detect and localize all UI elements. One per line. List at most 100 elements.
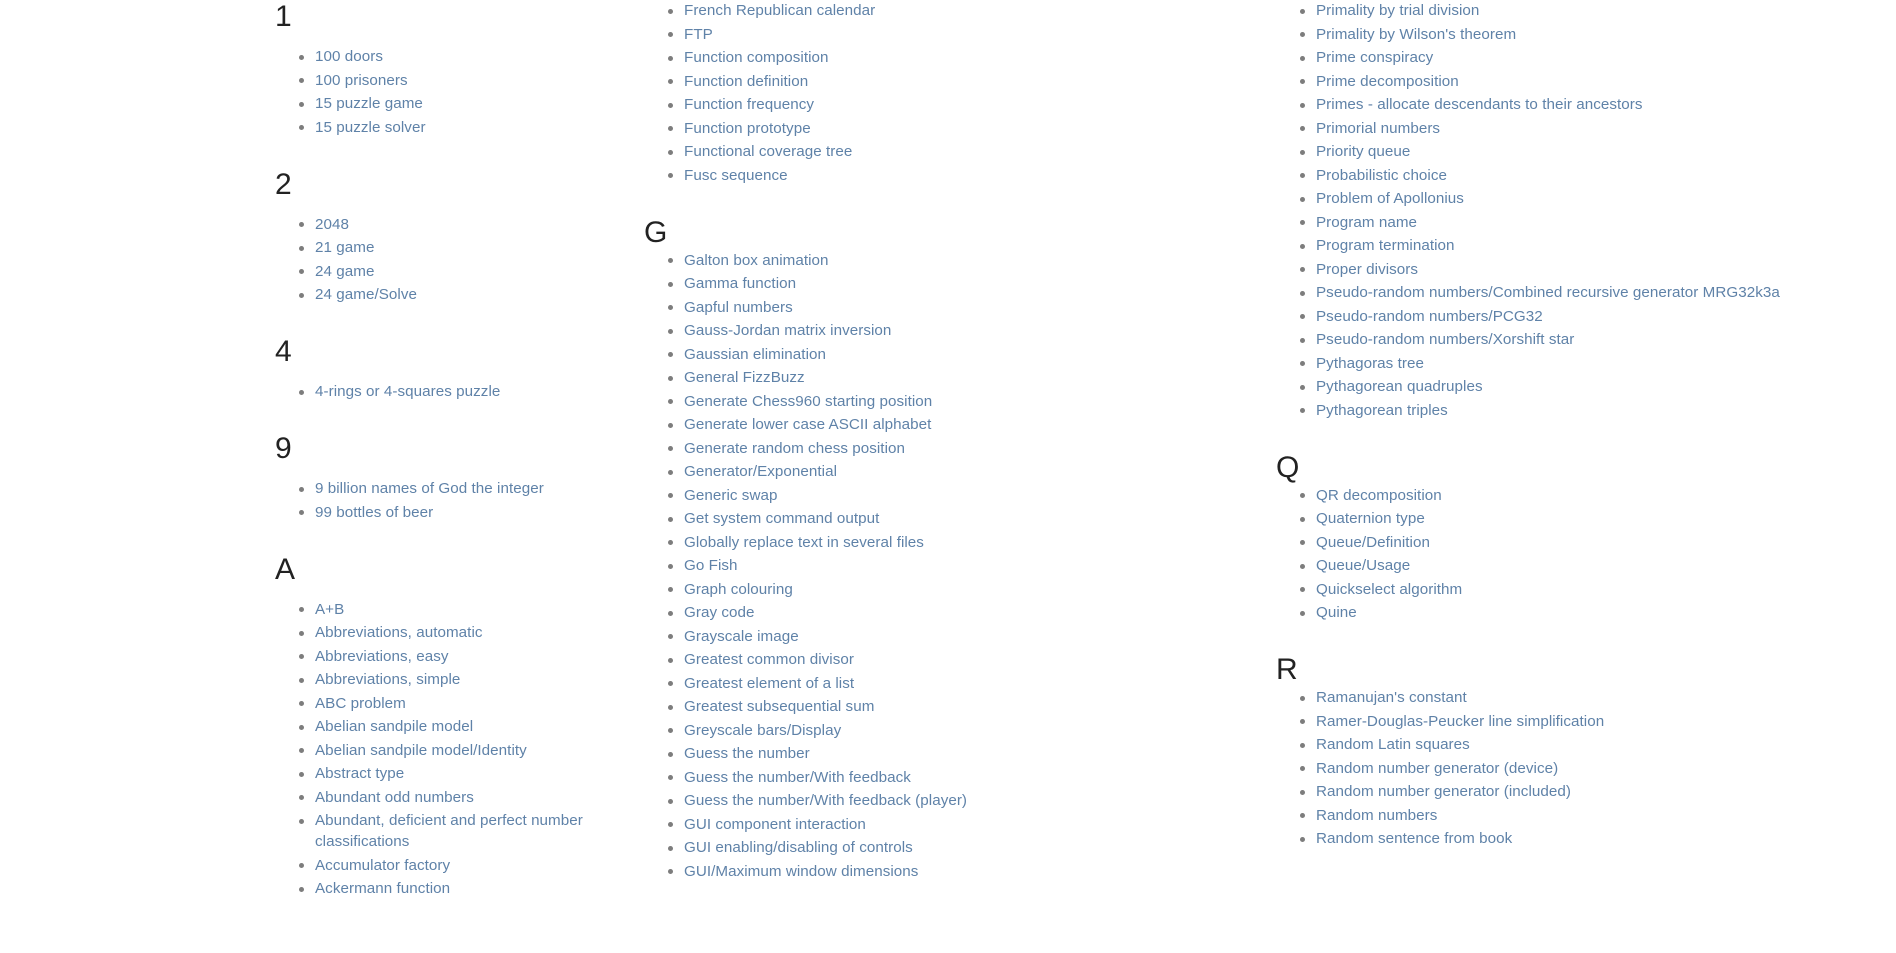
task-link[interactable]: FTP	[684, 26, 713, 43]
task-link[interactable]: Ramer-Douglas-Peucker line simplificatio…	[1316, 713, 1604, 730]
task-link[interactable]: Abbreviations, simple	[315, 671, 460, 688]
task-link[interactable]: Globally replace text in several files	[684, 534, 924, 551]
task-link[interactable]: GUI enabling/disabling of controls	[684, 839, 913, 856]
task-link[interactable]: Function definition	[684, 73, 808, 90]
task-link[interactable]: Graph colouring	[684, 581, 793, 598]
task-link[interactable]: Pythagoras tree	[1316, 355, 1424, 372]
task-link[interactable]: Primality by trial division	[1316, 2, 1479, 19]
task-link[interactable]: Ackermann function	[315, 880, 450, 897]
task-link[interactable]: Greatest common divisor	[684, 651, 854, 668]
task-link[interactable]: Pythagorean triples	[1316, 402, 1448, 419]
task-link[interactable]: 15 puzzle game	[315, 95, 423, 112]
task-link[interactable]: 15 puzzle solver	[315, 119, 426, 136]
task-link[interactable]: Priority queue	[1316, 143, 1410, 160]
task-link[interactable]: Abundant odd numbers	[315, 789, 474, 806]
task-link[interactable]: Primality by Wilson's theorem	[1316, 26, 1516, 43]
list-item: Get system command output	[666, 508, 1254, 529]
task-link[interactable]: Functional coverage tree	[684, 143, 852, 160]
task-link[interactable]: Get system command output	[684, 510, 879, 527]
list-item: Function frequency	[666, 94, 1254, 115]
task-list: 2048 21 game 24 game 24 game/Solve	[275, 214, 618, 306]
task-link[interactable]: Abbreviations, easy	[315, 648, 449, 665]
task-link[interactable]: Primes - allocate descendants to their a…	[1316, 96, 1643, 113]
task-link[interactable]: A+B	[315, 601, 344, 618]
task-link[interactable]: Go Fish	[684, 557, 738, 574]
task-link[interactable]: 2048	[315, 216, 349, 233]
task-link[interactable]: Galton box animation	[684, 252, 829, 269]
task-link[interactable]: Quaternion type	[1316, 510, 1425, 527]
list-item: Prime decomposition	[1298, 71, 1886, 92]
task-link[interactable]: Abstract type	[315, 765, 404, 782]
task-link[interactable]: Greatest element of a list	[684, 675, 854, 692]
task-link[interactable]: 99 bottles of beer	[315, 504, 433, 521]
list-item: Pseudo-random numbers/PCG32	[1298, 306, 1886, 327]
task-link[interactable]: Random numbers	[1316, 807, 1437, 824]
task-link[interactable]: Greatest subsequential sum	[684, 698, 874, 715]
task-link[interactable]: Greyscale bars/Display	[684, 722, 841, 739]
task-link[interactable]: French Republican calendar	[684, 2, 875, 19]
list-item: 9 billion names of God the integer	[297, 478, 618, 499]
task-link[interactable]: Pseudo-random numbers/PCG32	[1316, 308, 1543, 325]
task-link[interactable]: Generate random chess position	[684, 440, 905, 457]
task-link[interactable]: Proper divisors	[1316, 261, 1418, 278]
task-link[interactable]: QR decomposition	[1316, 487, 1442, 504]
task-link[interactable]: Quine	[1316, 604, 1357, 621]
task-link[interactable]: Random number generator (device)	[1316, 760, 1558, 777]
task-link[interactable]: Prime conspiracy	[1316, 49, 1433, 66]
list-item: Galton box animation	[666, 250, 1254, 271]
task-link[interactable]: Random Latin squares	[1316, 736, 1470, 753]
task-link[interactable]: Quickselect algorithm	[1316, 581, 1462, 598]
task-link[interactable]: 9 billion names of God the integer	[315, 480, 544, 497]
task-link[interactable]: 24 game	[315, 263, 374, 280]
task-link[interactable]: Generator/Exponential	[684, 463, 837, 480]
task-link[interactable]: GUI component interaction	[684, 816, 866, 833]
task-link[interactable]: Queue/Definition	[1316, 534, 1430, 551]
task-link[interactable]: Guess the number	[684, 745, 810, 762]
task-link[interactable]: Function composition	[684, 49, 829, 66]
task-link[interactable]: Abelian sandpile model	[315, 718, 473, 735]
task-link[interactable]: Gauss-Jordan matrix inversion	[684, 322, 891, 339]
task-link[interactable]: Grayscale image	[684, 628, 799, 645]
task-link[interactable]: Ramanujan's constant	[1316, 689, 1467, 706]
task-link[interactable]: Generate Chess960 starting position	[684, 393, 932, 410]
task-link[interactable]: Abundant, deficient and perfect number c…	[315, 812, 583, 850]
letter-group: French Republican calendar FTP Function co…	[644, 0, 1254, 186]
task-link[interactable]: 24 game/Solve	[315, 286, 417, 303]
task-link[interactable]: Pythagorean quadruples	[1316, 378, 1483, 395]
list-item: Gamma function	[666, 273, 1254, 294]
task-link[interactable]: ABC problem	[315, 695, 406, 712]
task-link[interactable]: Random number generator (included)	[1316, 783, 1571, 800]
list-item: Abundant, deficient and perfect number c…	[297, 810, 618, 852]
task-link[interactable]: Accumulator factory	[315, 857, 450, 874]
task-link[interactable]: Prime decomposition	[1316, 73, 1459, 90]
task-link[interactable]: Primorial numbers	[1316, 120, 1440, 137]
task-link[interactable]: Program termination	[1316, 237, 1455, 254]
task-link[interactable]: Program name	[1316, 214, 1417, 231]
column-2-inner: French Republican calendar FTP Function co…	[632, 0, 1264, 882]
task-link[interactable]: Function prototype	[684, 120, 811, 137]
task-link[interactable]: Gamma function	[684, 275, 796, 292]
task-link[interactable]: 21 game	[315, 239, 374, 256]
task-link[interactable]: Guess the number/With feedback (player)	[684, 792, 967, 809]
task-link[interactable]: Problem of Apollonius	[1316, 190, 1464, 207]
task-link[interactable]: 100 prisoners	[315, 72, 408, 89]
task-link[interactable]: Gapful numbers	[684, 299, 793, 316]
task-link[interactable]: Gray code	[684, 604, 755, 621]
task-link[interactable]: GUI/Maximum window dimensions	[684, 863, 918, 880]
task-link[interactable]: Abelian sandpile model/Identity	[315, 742, 527, 759]
task-link[interactable]: Guess the number/With feedback	[684, 769, 911, 786]
task-link[interactable]: 4-rings or 4-squares puzzle	[315, 383, 500, 400]
task-link[interactable]: Abbreviations, automatic	[315, 624, 483, 641]
task-link[interactable]: Fusc sequence	[684, 167, 788, 184]
task-link[interactable]: Queue/Usage	[1316, 557, 1410, 574]
task-link[interactable]: 100 doors	[315, 48, 383, 65]
task-link[interactable]: Random sentence from book	[1316, 830, 1512, 847]
task-link[interactable]: Generate lower case ASCII alphabet	[684, 416, 931, 433]
task-link[interactable]: Pseudo-random numbers/Xorshift star	[1316, 331, 1574, 348]
task-link[interactable]: Function frequency	[684, 96, 814, 113]
task-link[interactable]: Probabilistic choice	[1316, 167, 1447, 184]
task-link[interactable]: Pseudo-random numbers/Combined recursive…	[1316, 284, 1780, 301]
task-link[interactable]: General FizzBuzz	[684, 369, 805, 386]
task-link[interactable]: Generic swap	[684, 487, 777, 504]
task-link[interactable]: Gaussian elimination	[684, 346, 826, 363]
